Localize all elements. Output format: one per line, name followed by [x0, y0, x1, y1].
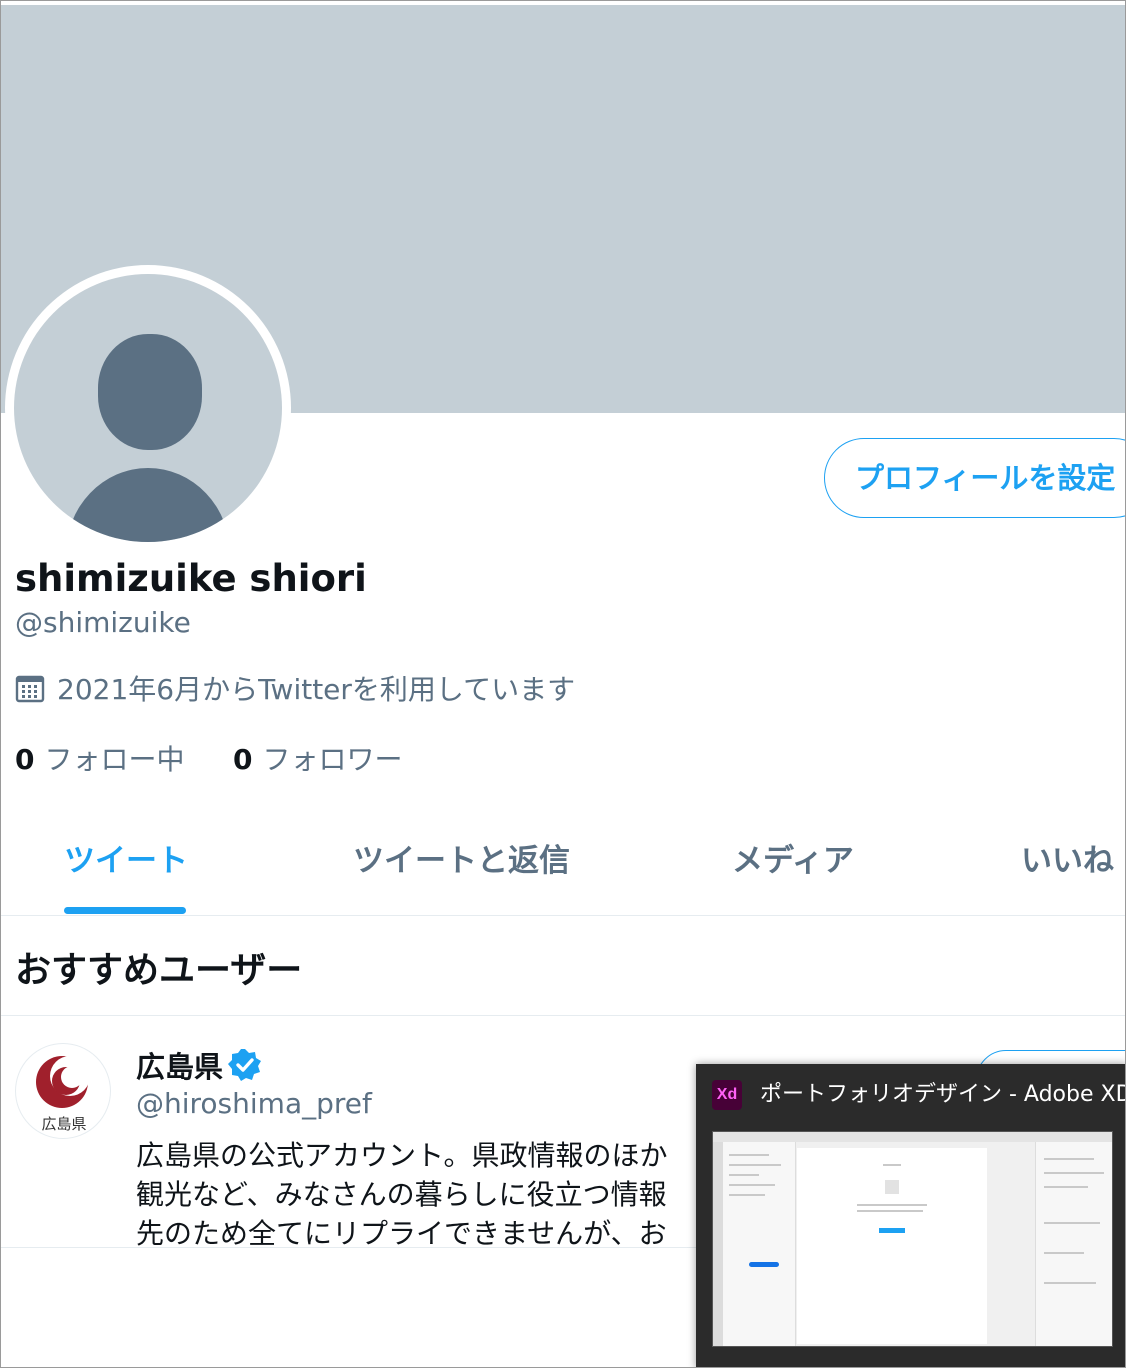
preview-layers-panel — [723, 1142, 796, 1346]
browser-viewport: プロフィールを設定 shimizuike shiori @shimizuike … — [0, 0, 1126, 1368]
joined-text: 2021年6月からTwitterを利用しています — [57, 673, 576, 706]
bio-line: 広島県の公式アカウント。県政情報のほか — [136, 1139, 668, 1172]
verified-badge-icon — [228, 1049, 262, 1081]
hiroshima-logo-avatar[interactable]: 広島県 — [15, 1043, 111, 1139]
joined-date: 2021年6月からTwitterを利用しています — [15, 668, 575, 708]
calendar-icon — [15, 675, 45, 703]
user-handle: @shimizuike — [15, 606, 191, 639]
window-preview-title: ポートフォリオデザイン - Adobe XD — [760, 1082, 1126, 1107]
suggested-user-bio: 広島県の公式アカウント。県政情報のほか 観光など、みなさんの暮らしに役立つ情報 … — [136, 1136, 716, 1246]
display-name: shimizuike shiori — [15, 557, 367, 600]
setup-profile-button[interactable]: プロフィールを設定 — [824, 438, 1125, 518]
followers-link[interactable]: 0 フォロワー — [233, 738, 403, 778]
default-avatar-icon — [14, 274, 282, 542]
window-preview-image[interactable] — [712, 1131, 1113, 1347]
suggested-user-name-text: 広島県 — [136, 1050, 224, 1084]
following-link[interactable]: 0 フォロー中 — [15, 738, 185, 778]
following-count: 0 — [15, 743, 35, 776]
tab-tweets[interactable]: ツイート — [64, 819, 188, 915]
bio-line: 観光など、みなさんの暮らしに役立つ情報 — [136, 1178, 667, 1211]
preview-toolbox — [713, 1142, 723, 1346]
profile-tabs: ツイート ツイートと返信 メディア いいね — [1, 819, 1125, 916]
svg-text:広島県: 広島県 — [41, 1115, 86, 1133]
recommended-users-heading: おすすめユーザー — [15, 950, 303, 991]
followers-count: 0 — [233, 743, 253, 776]
adobe-xd-icon: Xd — [712, 1080, 742, 1110]
tab-media[interactable]: メディア — [732, 819, 854, 915]
divider — [1, 1015, 1125, 1016]
preview-artboard — [797, 1148, 987, 1344]
preview-toolbar — [713, 1132, 1112, 1142]
preview-property-inspector — [1035, 1142, 1112, 1346]
profile-avatar[interactable] — [5, 265, 291, 551]
following-label: フォロー中 — [44, 743, 185, 776]
tab-likes[interactable]: いいね — [1021, 819, 1114, 915]
active-tab-indicator — [64, 907, 186, 914]
suggested-user-name[interactable]: 広島県 — [136, 1044, 263, 1086]
taskbar-window-preview[interactable]: Xd ポートフォリオデザイン - Adobe XD — [696, 1064, 1126, 1367]
divider — [1, 1247, 701, 1248]
tab-tweets-and-replies[interactable]: ツイートと返信 — [353, 819, 570, 915]
suggested-user-handle[interactable]: @hiroshima_pref — [136, 1087, 372, 1120]
followers-label: フォロワー — [262, 743, 403, 776]
bio-line: 先のため全てにリプライできませんが、お — [136, 1217, 667, 1246]
